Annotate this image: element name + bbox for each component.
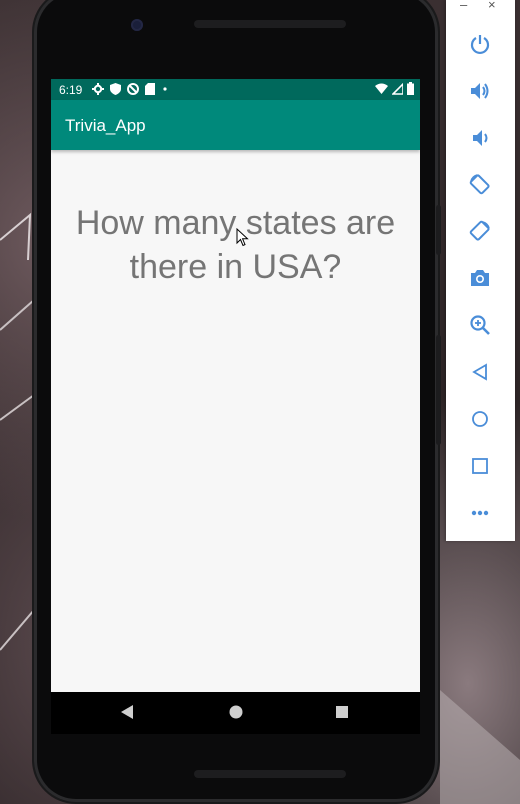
nav-overview-icon[interactable] <box>334 704 350 720</box>
bottom-speaker <box>194 770 346 778</box>
screenshot-button[interactable] <box>467 265 493 291</box>
nav-home-icon[interactable] <box>228 704 244 720</box>
nav-back-icon[interactable] <box>119 704 135 720</box>
rotate-right-button[interactable] <box>467 218 493 244</box>
more-icon <box>471 510 489 516</box>
power-icon <box>470 35 490 55</box>
battery-icon <box>407 82 414 95</box>
rotate-left-button[interactable] <box>467 171 493 197</box>
earpiece-speaker <box>194 20 346 28</box>
close-button[interactable]: × <box>488 0 496 12</box>
volume-down-button[interactable] <box>467 125 493 151</box>
signal-icon <box>392 82 403 95</box>
overview-icon <box>472 458 488 474</box>
mouse-cursor-icon <box>236 228 249 247</box>
sd-card-icon <box>145 83 155 95</box>
zoom-button[interactable] <box>467 312 493 338</box>
rotate-right-icon <box>469 220 490 241</box>
app-bar: Trivia_App <box>51 100 420 150</box>
zoom-icon <box>470 315 490 335</box>
volume-up-icon <box>471 83 489 99</box>
home-button[interactable] <box>467 406 493 432</box>
emulator-sidebar: – × <box>446 0 515 541</box>
more-button[interactable] <box>467 500 493 526</box>
status-time: 6:19 <box>59 83 83 97</box>
camera-icon <box>471 270 489 286</box>
back-icon <box>472 363 487 381</box>
rotate-left-icon <box>469 174 490 195</box>
volume-down-icon <box>473 130 488 146</box>
notification-dot-icon <box>163 87 167 91</box>
overview-button[interactable] <box>467 453 493 479</box>
app-title: Trivia_App <box>65 116 146 135</box>
home-icon <box>472 411 488 427</box>
front-camera <box>131 19 143 31</box>
settings-icon <box>92 83 104 95</box>
back-button[interactable] <box>467 359 493 385</box>
navigation-bar <box>51 692 420 734</box>
shield-icon <box>110 83 121 95</box>
status-bar: 6:19 <box>51 79 420 100</box>
minimize-button[interactable]: – <box>460 0 467 12</box>
device-screen[interactable]: 6:19 Trivia_App How many states are ther… <box>51 79 420 692</box>
volume-up-button[interactable] <box>467 78 493 104</box>
wifi-icon <box>375 83 388 94</box>
do-not-disturb-icon <box>127 83 139 95</box>
power-button[interactable] <box>467 31 493 57</box>
